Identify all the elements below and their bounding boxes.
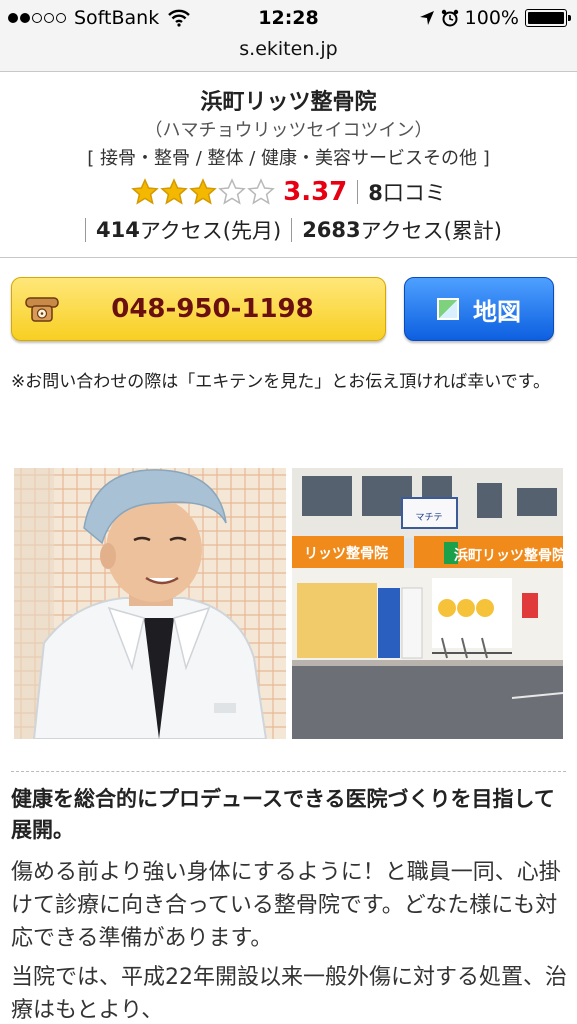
rating-stars bbox=[131, 178, 275, 206]
reviews-link[interactable]: 8口コミ bbox=[368, 177, 446, 207]
telephone-icon bbox=[25, 297, 59, 322]
url-bar[interactable]: s.ekiten.jp bbox=[0, 38, 577, 72]
rating-score: 3.37 bbox=[283, 177, 348, 207]
section-divider bbox=[11, 771, 566, 772]
access-total: 2683 bbox=[302, 218, 361, 242]
url-domain[interactable]: s.ekiten.jp bbox=[239, 38, 337, 60]
bldg-sign: マチテ bbox=[415, 512, 442, 523]
map-button[interactable]: 地図 bbox=[404, 277, 554, 341]
description-body-2: 当院では、平成22年開設以来一般外傷に対する処置、治療はもとより、 bbox=[11, 965, 567, 1023]
phone-number: 048-950-1198 bbox=[111, 294, 314, 324]
battery-icon bbox=[525, 9, 571, 27]
rating-row: 3.37 8口コミ bbox=[0, 177, 577, 207]
description-title: 健康を総合的にプロデュースできる医院づくりを目指して展開。 bbox=[11, 787, 555, 842]
shop-kana: （ハマチョウリッツセイコツイン） bbox=[144, 120, 433, 141]
map-button-label: 地図 bbox=[473, 297, 521, 326]
storefront-sign-left: リッツ整骨院 bbox=[304, 545, 388, 562]
location-arrow-icon bbox=[419, 11, 434, 25]
reviews-count: 8 bbox=[368, 181, 383, 205]
access-row: 414 アクセス(先月) 2683 アクセス(累計) bbox=[0, 215, 577, 245]
star-empty-icon bbox=[247, 178, 275, 205]
separator bbox=[85, 218, 86, 242]
star-empty-icon bbox=[218, 178, 246, 205]
call-button[interactable]: 048-950-1198 bbox=[11, 277, 386, 341]
clinic-exterior-photo[interactable]: マチテ リッツ整骨院 浜町リッツ整骨院 bbox=[292, 468, 563, 739]
status-right: 100% bbox=[419, 7, 571, 29]
status-bar: SoftBank 12:28 100% bbox=[0, 0, 577, 38]
shop-name: 浜町リッツ整骨院 bbox=[200, 90, 377, 115]
access-last-month: 414 bbox=[96, 218, 140, 242]
battery-percent: 100% bbox=[464, 7, 519, 29]
reviews-label: 口コミ bbox=[382, 181, 446, 205]
shop-header: 浜町リッツ整骨院 （ハマチョウリッツセイコツイン） [ 接骨・整骨 / 整体 /… bbox=[0, 72, 577, 258]
separator bbox=[291, 218, 293, 242]
storefront-sign: 浜町リッツ整骨院 bbox=[454, 547, 563, 564]
access-total-label: アクセス(累計) bbox=[360, 219, 502, 243]
star-filled-icon bbox=[131, 178, 159, 205]
star-filled-icon bbox=[189, 178, 217, 205]
description-body: 傷める前より強い身体にするように！と職員一同、心掛けて診療に向き合っている整骨院… bbox=[11, 860, 561, 951]
staff-photo[interactable] bbox=[14, 468, 286, 739]
alarm-clock-icon bbox=[441, 9, 458, 27]
shop-categories: [ 接骨・整骨 / 整体 / 健康・美容サービスその他 ] bbox=[87, 148, 490, 169]
star-filled-icon bbox=[160, 178, 188, 205]
map-icon bbox=[437, 298, 459, 320]
contact-notice: ※お問い合わせの際は「エキテンを見た」とお伝え頂ければ幸いです。 bbox=[11, 372, 551, 392]
separator bbox=[357, 180, 359, 204]
access-last-month-label: アクセス(先月) bbox=[139, 219, 282, 243]
